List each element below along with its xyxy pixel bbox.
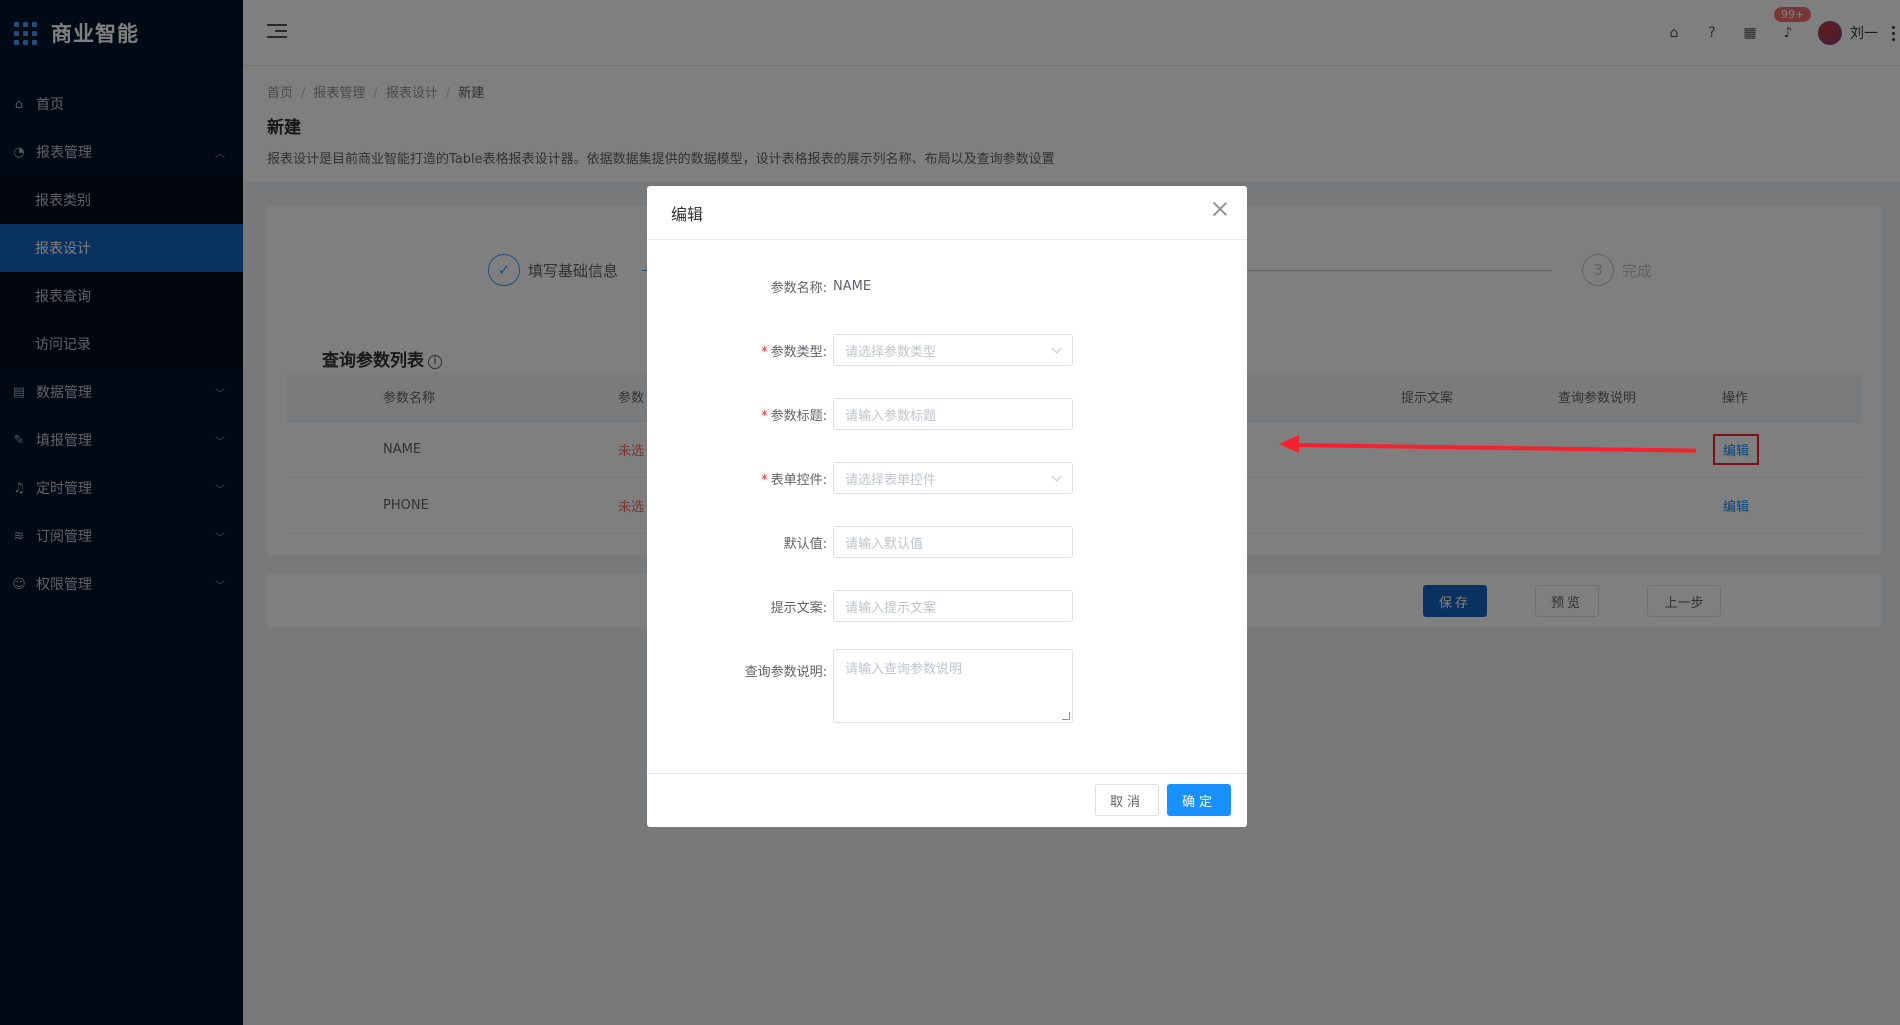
description-placeholder: 请输入查询参数说明 xyxy=(845,662,963,677)
param-title-placeholder: 请输入参数标题 xyxy=(845,408,937,424)
default-value-label: 默认值: xyxy=(783,536,827,552)
param-type-select[interactable]: 请选择参数类型 xyxy=(833,334,1073,366)
form-row-param-name: 参数名称: NAME xyxy=(647,270,1247,302)
hint-input[interactable]: 请输入提示文案 xyxy=(833,590,1073,622)
annotation-arrow-head xyxy=(1279,435,1299,453)
form-row-description: 查询参数说明: 请输入查询参数说明 xyxy=(647,649,1247,723)
default-value-input[interactable]: 请输入默认值 xyxy=(833,526,1073,558)
hint-placeholder: 请输入提示文案 xyxy=(845,600,937,616)
form-control-placeholder: 请选择表单控件 xyxy=(845,472,937,488)
form-row-form-control: * 表单控件: 请选择表单控件 xyxy=(647,462,1247,494)
param-title-input[interactable]: 请输入参数标题 xyxy=(833,398,1073,430)
default-value-placeholder: 请输入默认值 xyxy=(845,536,924,552)
chevron-down-icon xyxy=(1051,343,1062,354)
chevron-down-icon xyxy=(1051,471,1062,482)
dialog-footer: 取消 确定 xyxy=(647,773,1247,827)
description-label: 查询参数说明: xyxy=(744,665,827,680)
form-row-param-title: * 参数标题: 请输入参数标题 xyxy=(647,398,1247,430)
param-title-label: 参数标题: xyxy=(770,408,827,424)
form-row-hint: 提示文案: 请输入提示文案 xyxy=(647,590,1247,622)
resize-handle-icon[interactable] xyxy=(1062,712,1070,720)
close-icon[interactable] xyxy=(1213,202,1227,216)
form-row-param-type: * 参数类型: 请选择参数类型 xyxy=(647,334,1247,366)
param-name-label: 参数名称: xyxy=(770,280,827,296)
form-control-select[interactable]: 请选择表单控件 xyxy=(833,462,1073,494)
dialog-header: 编辑 xyxy=(647,186,1247,240)
param-type-label-wrap: * 参数类型: xyxy=(761,344,827,360)
form-row-default-value: 默认值: 请输入默认值 xyxy=(647,526,1247,558)
form-control-label: 表单控件: xyxy=(770,472,827,488)
param-type-label: 参数类型: xyxy=(770,344,827,360)
description-textarea[interactable]: 请输入查询参数说明 xyxy=(833,649,1073,723)
cancel-button[interactable]: 取消 xyxy=(1095,784,1159,816)
param-title-label-wrap: * 参数标题: xyxy=(761,408,827,424)
hint-label: 提示文案: xyxy=(770,600,827,616)
param-type-placeholder: 请选择参数类型 xyxy=(845,344,937,360)
param-name-value: NAME xyxy=(833,278,872,294)
confirm-button[interactable]: 确定 xyxy=(1167,784,1231,816)
edit-dialog: 编辑 参数名称: NAME * 参数类型: 请选择参数类型 * 参数标题: 请输入参… xyxy=(647,186,1247,827)
dialog-title: 编辑 xyxy=(671,204,704,224)
form-control-label-wrap: * 表单控件: xyxy=(761,472,827,488)
